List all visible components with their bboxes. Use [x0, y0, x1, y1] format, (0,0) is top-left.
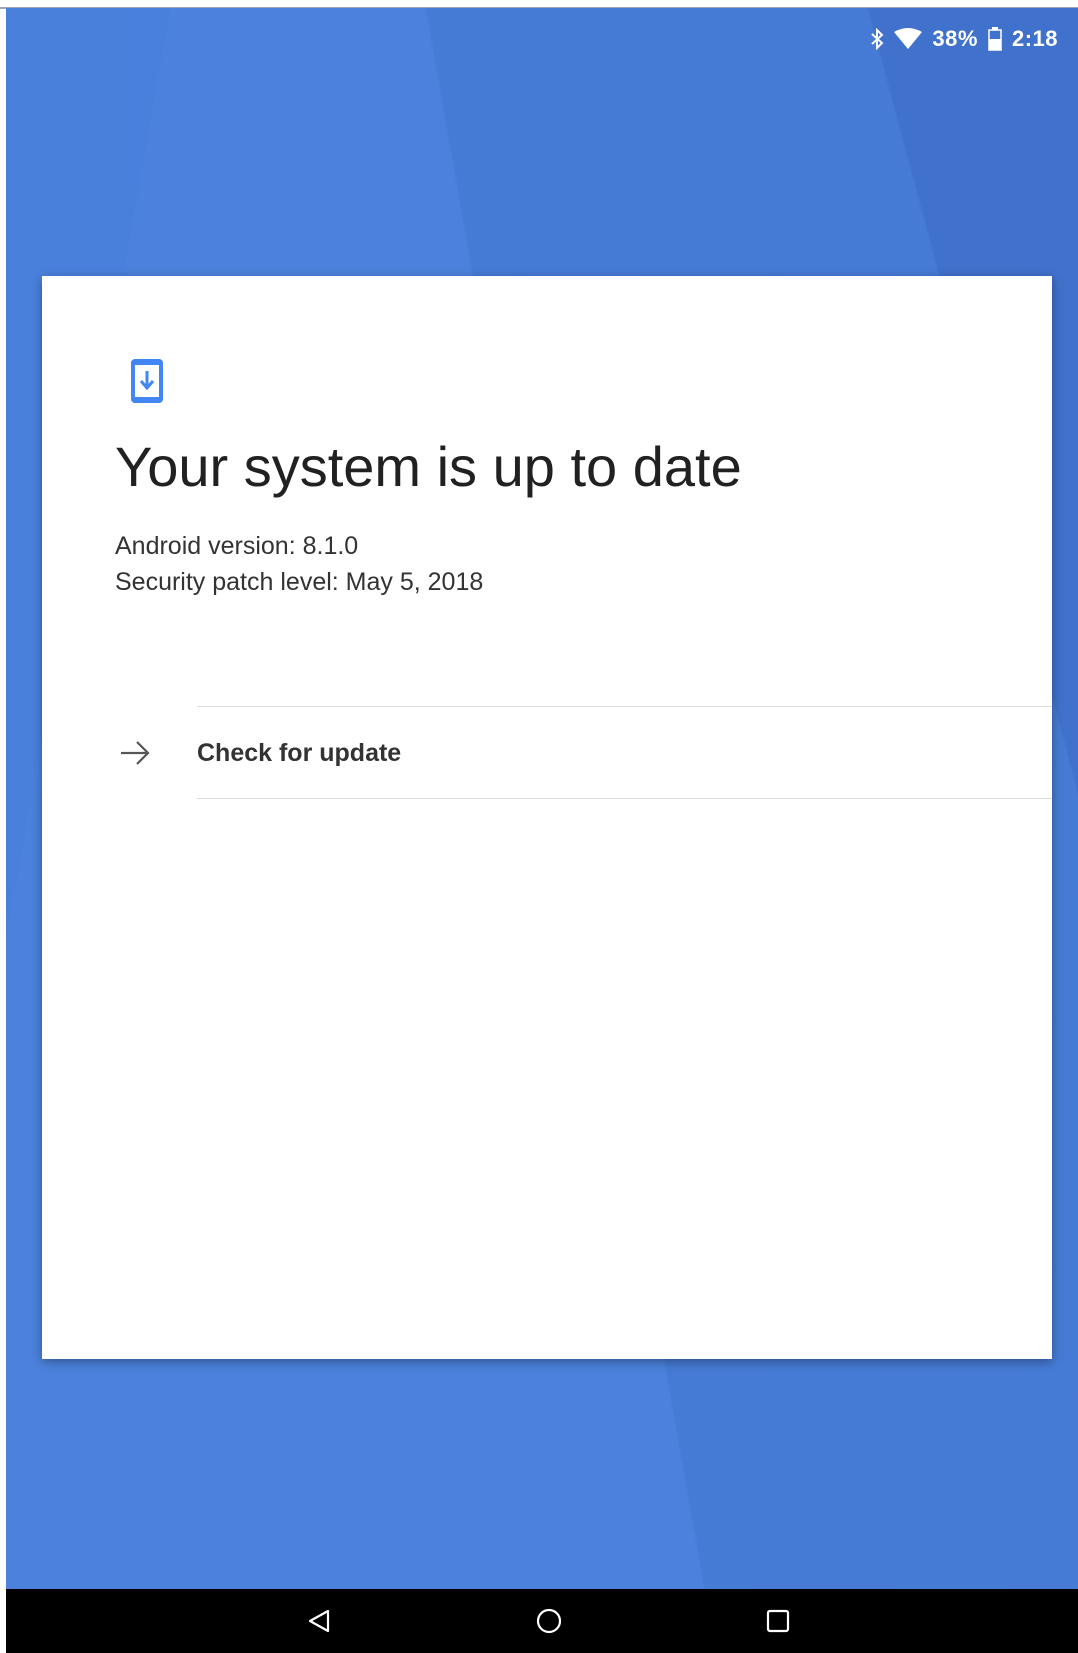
home-icon [536, 1608, 562, 1634]
android-version-text: Android version: 8.1.0 [115, 532, 359, 560]
bluetooth-icon [870, 28, 884, 50]
update-card: Your system is up to date Android versio… [42, 276, 1052, 1359]
wifi-icon [894, 28, 923, 50]
check-for-update-button[interactable]: Check for update [42, 707, 1052, 798]
check-for-update-label: Check for update [197, 739, 402, 767]
clock: 2:18 [1011, 26, 1058, 51]
divider [197, 798, 1052, 799]
back-button[interactable] [297, 1601, 341, 1641]
page-title: Your system is up to date [115, 435, 742, 498]
system-update-icon [130, 358, 164, 404]
battery-percent: 38% [932, 26, 978, 51]
home-button[interactable] [527, 1601, 571, 1641]
navigation-bar [6, 1589, 1078, 1653]
recents-button[interactable] [756, 1601, 800, 1641]
back-icon [308, 1609, 330, 1633]
battery-icon [988, 27, 1002, 51]
screen: 38% 2:18 Your system is up to date Andro… [6, 8, 1078, 1653]
status-bar: 38% 2:18 [870, 22, 1058, 56]
arrow-right-icon [119, 739, 151, 767]
security-patch-text: Security patch level: May 5, 2018 [115, 568, 484, 596]
recents-icon [766, 1609, 790, 1633]
